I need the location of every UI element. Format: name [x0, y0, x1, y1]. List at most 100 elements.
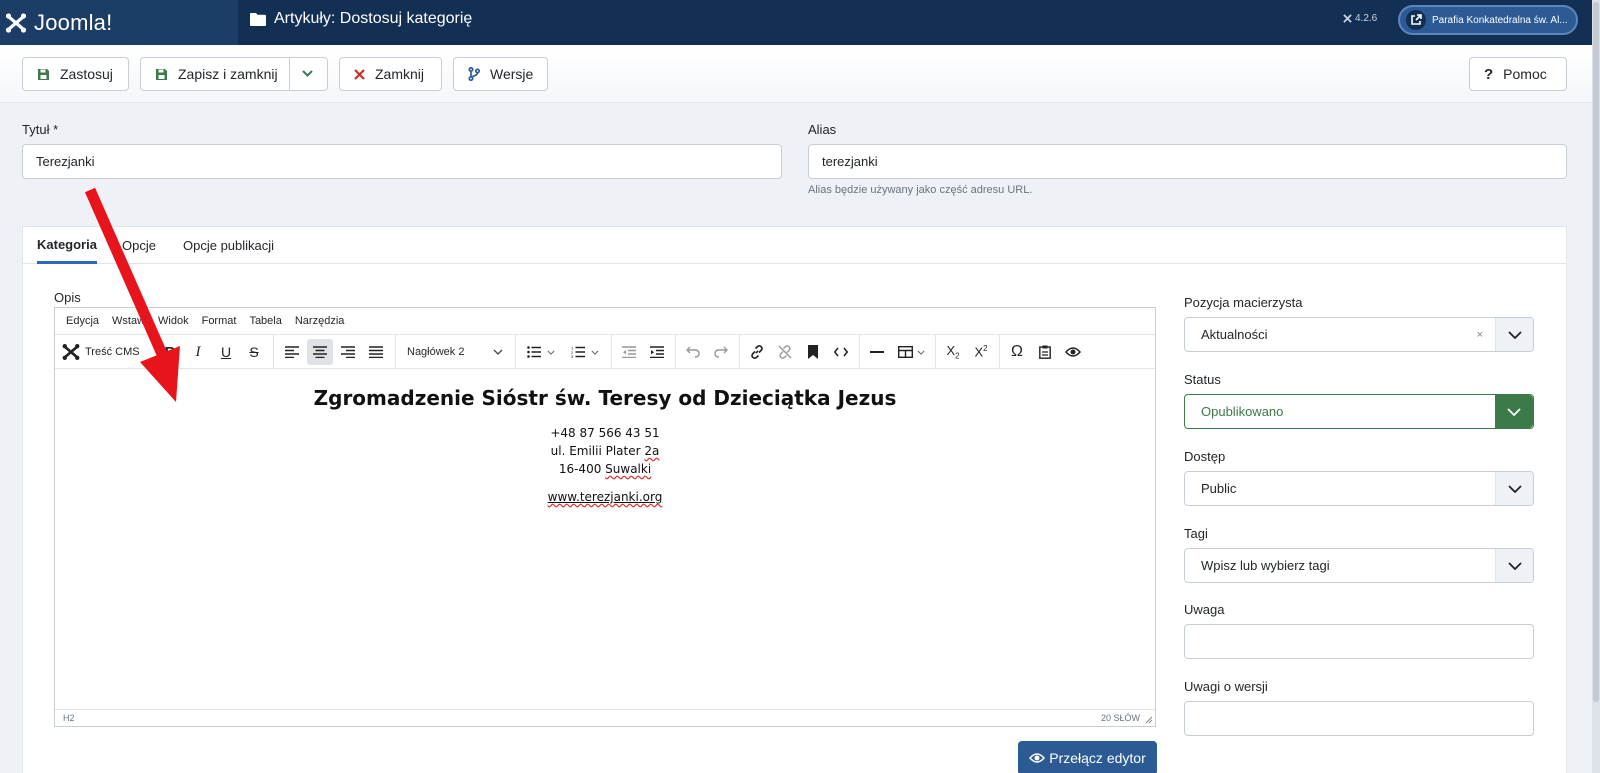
- joomla-logo[interactable]: Joomla!: [0, 0, 238, 45]
- version-note-label: Uwagi o wersji: [1184, 679, 1268, 694]
- alias-input[interactable]: terezjanki: [808, 144, 1567, 179]
- source-code-button[interactable]: [829, 339, 853, 365]
- omega-icon: Ω: [1011, 343, 1023, 360]
- help-button[interactable]: ? Pomoc: [1469, 57, 1567, 91]
- parent-select[interactable]: Aktualności ×: [1184, 317, 1534, 352]
- superscript-button[interactable]: X2: [969, 339, 993, 365]
- content-website-link[interactable]: www.terezjanki.org: [55, 490, 1155, 504]
- chevron-down-icon[interactable]: [301, 67, 314, 80]
- svg-text:3: 3: [571, 354, 574, 358]
- apply-button[interactable]: Zastosuj: [22, 57, 129, 91]
- page-title-text: Artykuły: Dostosuj kategorię: [274, 10, 473, 27]
- menu-format[interactable]: Format: [202, 315, 237, 327]
- note-label: Uwaga: [1184, 602, 1225, 617]
- element-path[interactable]: H2: [63, 713, 75, 723]
- note-input[interactable]: [1184, 624, 1534, 659]
- horizontal-rule-button[interactable]: [865, 339, 889, 365]
- joomla-icon: [5, 12, 27, 33]
- align-left-button[interactable]: [279, 339, 305, 365]
- justify-button[interactable]: [363, 339, 389, 365]
- link-icon: [751, 345, 763, 359]
- block-format-dropdown[interactable]: Nagłówek 2: [401, 339, 509, 365]
- unlink-button[interactable]: [773, 339, 797, 365]
- align-center-button[interactable]: [307, 339, 333, 365]
- align-right-icon: [341, 346, 355, 358]
- anchor-button[interactable]: [801, 339, 825, 365]
- version-note-input[interactable]: [1184, 701, 1534, 736]
- save-close-label[interactable]: Zapisz i zamknij: [178, 66, 278, 82]
- cms-content-dropdown[interactable]: Treść CMS: [61, 339, 155, 365]
- align-left-icon: [285, 346, 299, 358]
- website-text: www.terezjanki.org: [547, 490, 663, 504]
- toolbar-separator: [273, 335, 274, 369]
- table-button[interactable]: [893, 339, 929, 365]
- external-link-icon: [1406, 10, 1426, 30]
- special-character-button[interactable]: Ω: [1005, 339, 1029, 365]
- editor-menubar: Edycja Wstaw Widok Format Tabela Narzędz…: [55, 308, 1155, 335]
- toolbar-separator: [675, 335, 676, 369]
- outdent-button[interactable]: [617, 339, 641, 365]
- redo-button[interactable]: [709, 339, 733, 365]
- strikethrough-button[interactable]: S: [243, 339, 265, 365]
- toggle-editor-button[interactable]: Przełącz edytor: [1018, 741, 1157, 773]
- chevron-down-icon: [1495, 472, 1533, 505]
- versions-button[interactable]: Wersje: [453, 57, 548, 91]
- toolbar-separator: [859, 335, 860, 369]
- folder-icon: [250, 13, 266, 26]
- editor-content[interactable]: Zgromadzenie Sióstr św. Teresy od Dzieci…: [55, 370, 1155, 708]
- block-format-label: Nagłówek 2: [407, 346, 465, 358]
- resize-handle-icon[interactable]: [1145, 716, 1153, 724]
- status-select[interactable]: Opublikowano: [1184, 394, 1534, 429]
- menu-table[interactable]: Tabela: [249, 315, 281, 327]
- redo-icon: [714, 346, 728, 358]
- bullet-list-button[interactable]: [521, 339, 561, 365]
- tags-select[interactable]: Wpisz lub wybierz tagi: [1184, 548, 1534, 583]
- parent-label: Pozycja macierzysta: [1184, 295, 1303, 310]
- indent-button[interactable]: [645, 339, 669, 365]
- numbered-list-button[interactable]: 123: [565, 339, 605, 365]
- preview-button[interactable]: [1061, 339, 1085, 365]
- subscript-icon: X2: [946, 343, 960, 361]
- street-number: 2a: [644, 444, 660, 458]
- unlink-icon: [778, 345, 792, 359]
- scrollbar-thumb[interactable]: [1593, 2, 1599, 702]
- page-scrollbar[interactable]: [1592, 0, 1600, 773]
- title-input[interactable]: Terezjanki: [22, 144, 782, 179]
- justify-icon: [369, 346, 383, 358]
- toolbar-separator: [739, 335, 740, 369]
- bold-button[interactable]: B: [159, 339, 181, 365]
- tab-kategoria[interactable]: Kategoria: [37, 227, 97, 264]
- close-button[interactable]: Zamknij: [339, 57, 442, 91]
- align-right-button[interactable]: [335, 339, 361, 365]
- description-label: Opis: [54, 290, 81, 305]
- underline-button[interactable]: U: [215, 339, 237, 365]
- joomla-icon: [62, 344, 80, 360]
- tab-opcje[interactable]: Opcje: [122, 227, 156, 264]
- indent-icon: [650, 346, 664, 358]
- undo-button[interactable]: [681, 339, 705, 365]
- paste-text-button[interactable]: [1033, 339, 1057, 365]
- content-heading: Zgromadzenie Sióstr św. Teresy od Dzieci…: [313, 386, 897, 410]
- apply-label: Zastosuj: [60, 66, 113, 82]
- close-icon: [354, 68, 365, 80]
- chevron-down-icon: [1495, 318, 1533, 351]
- toolbar-separator: [935, 335, 936, 369]
- content-address: +48 87 566 43 51 ul. Emilii Plater 2a 16…: [55, 424, 1155, 478]
- menu-tools[interactable]: Narzędzia: [295, 315, 345, 327]
- editor-statusbar: H2 20 SŁÓW: [55, 709, 1155, 726]
- numbered-list-icon: 123: [571, 346, 585, 358]
- access-select[interactable]: Public: [1184, 471, 1534, 506]
- link-button[interactable]: [745, 339, 769, 365]
- tab-opcje-publikacji[interactable]: Opcje publikacji: [183, 227, 274, 264]
- site-link-button[interactable]: Parafia Konkatedralna św. Al...: [1398, 5, 1578, 35]
- subscript-button[interactable]: X2: [941, 339, 965, 365]
- tags-placeholder: Wpisz lub wybierz tagi: [1201, 558, 1330, 573]
- save-close-button-group: Zapisz i zamknij: [140, 57, 328, 91]
- toggle-editor-label: Przełącz edytor: [1049, 750, 1146, 766]
- menu-edit[interactable]: Edycja: [66, 315, 99, 327]
- menu-view[interactable]: Widok: [158, 315, 189, 327]
- menu-insert[interactable]: Wstaw: [112, 315, 145, 327]
- clear-icon[interactable]: ×: [1477, 329, 1483, 341]
- help-label: Pomoc: [1503, 66, 1547, 82]
- italic-button[interactable]: I: [187, 339, 209, 365]
